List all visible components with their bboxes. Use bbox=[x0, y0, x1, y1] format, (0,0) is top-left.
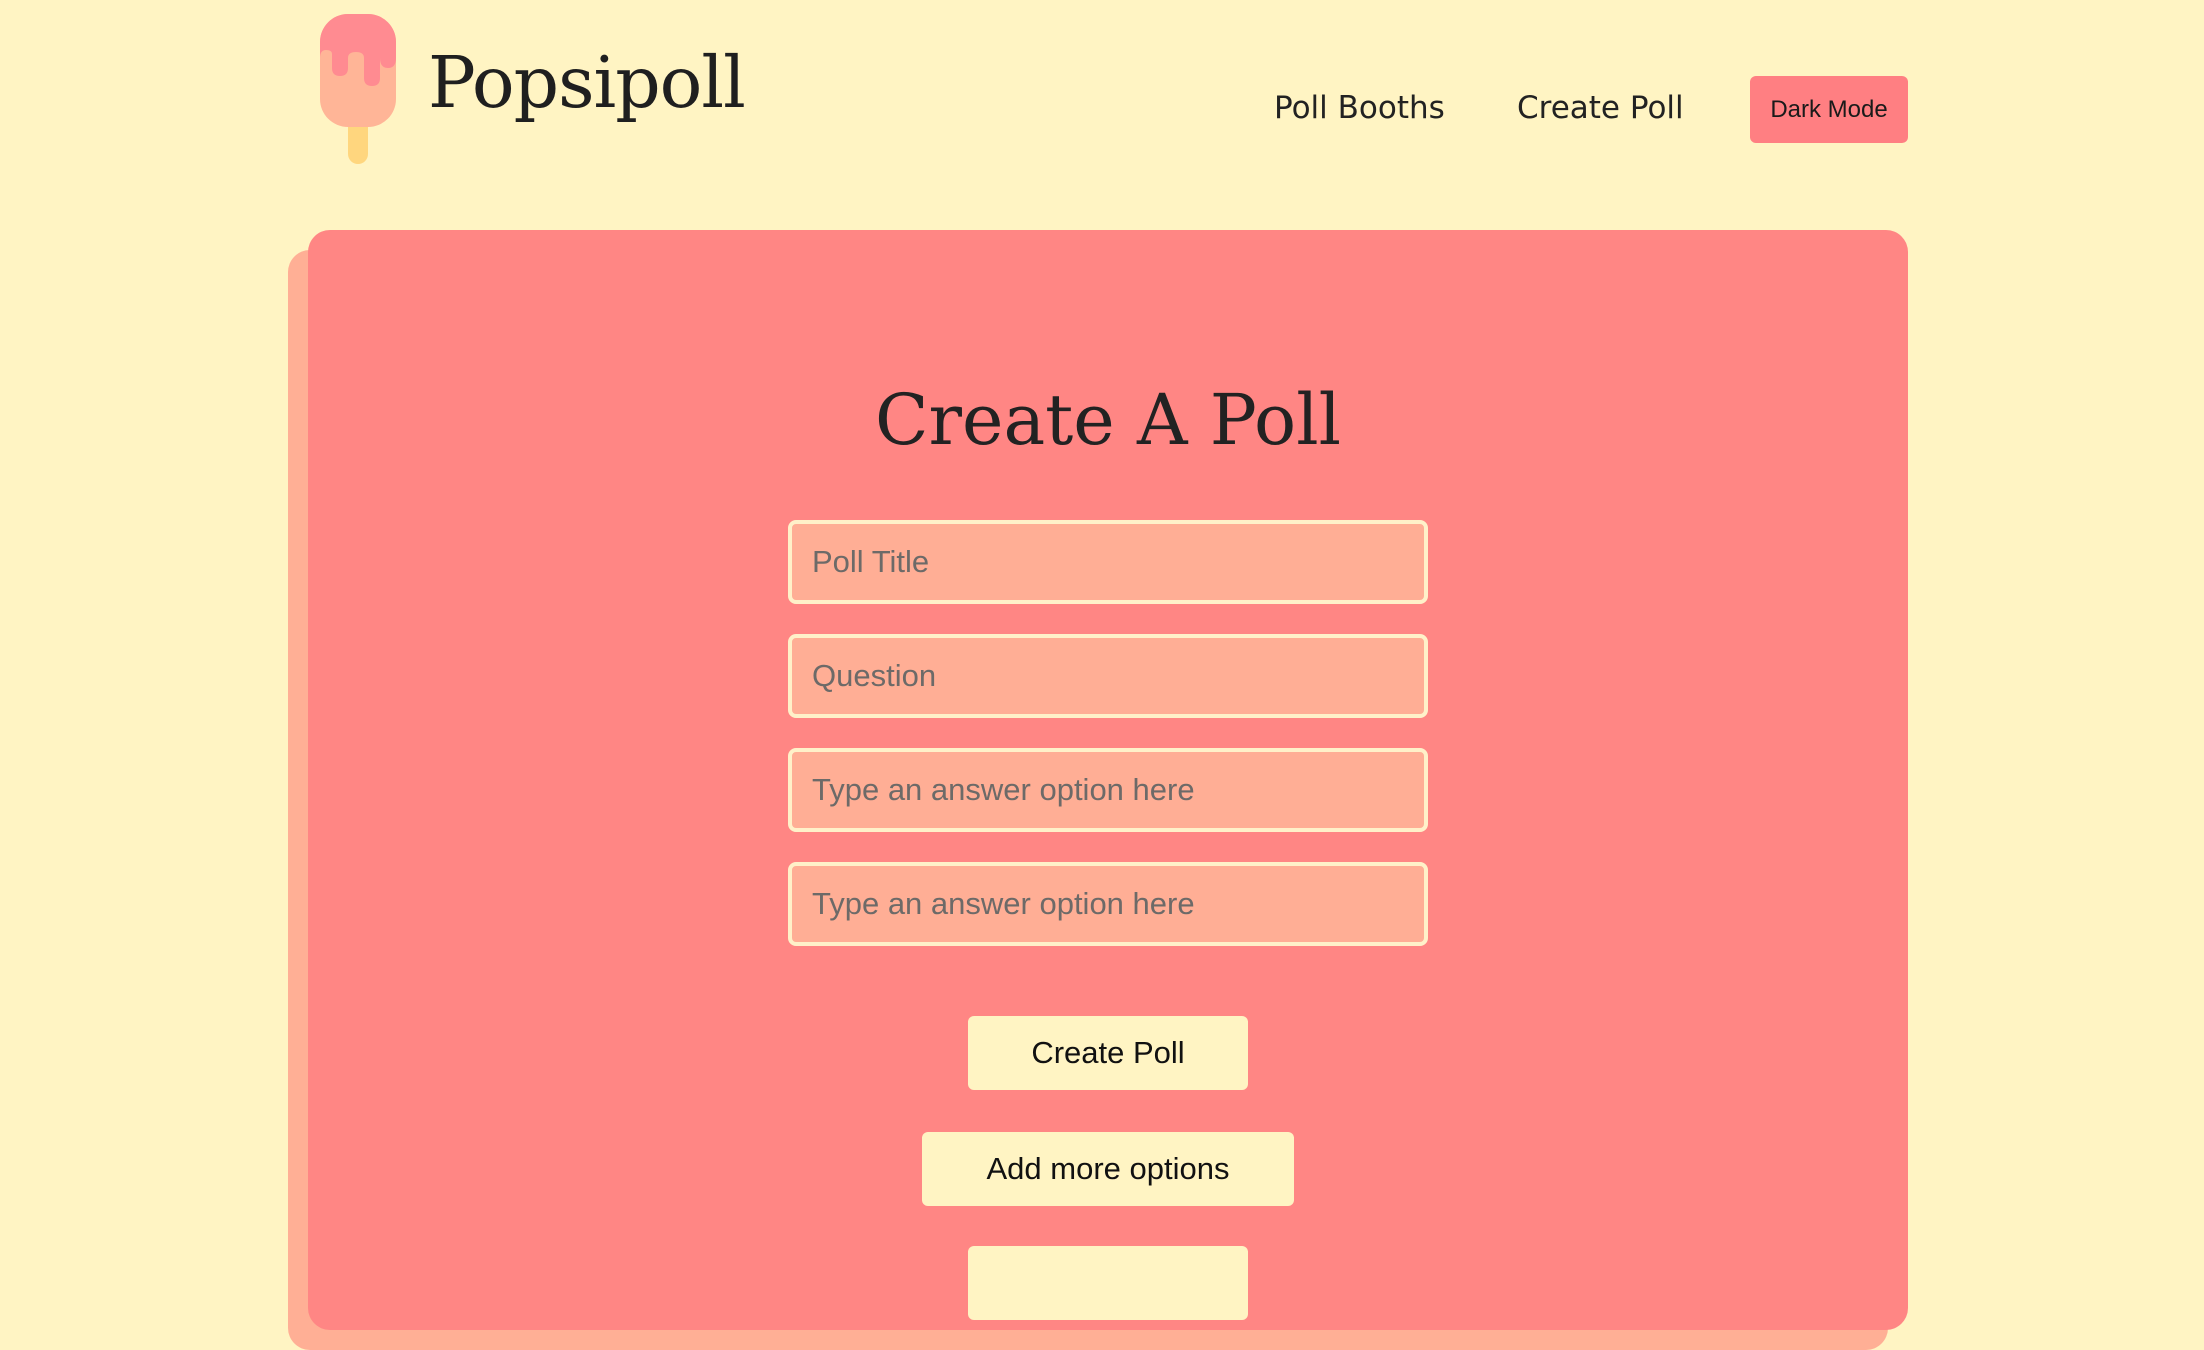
create-poll-card: Create A Poll Create Poll Add more optio… bbox=[308, 230, 1908, 1330]
brand-title[interactable]: Popsipoll bbox=[428, 38, 746, 128]
answer-option-input-1[interactable] bbox=[788, 748, 1428, 832]
poll-title-input[interactable] bbox=[788, 520, 1428, 604]
answer-option-input-2[interactable] bbox=[788, 862, 1428, 946]
create-poll-button[interactable]: Create Poll bbox=[968, 1016, 1248, 1090]
popsicle-icon[interactable] bbox=[320, 14, 396, 166]
nav-link-poll-booths[interactable]: Poll Booths bbox=[1274, 86, 1445, 130]
nav-link-create-poll[interactable]: Create Poll bbox=[1517, 86, 1684, 130]
dark-mode-button[interactable]: Dark Mode bbox=[1750, 76, 1908, 143]
add-more-options-button[interactable]: Add more options bbox=[922, 1132, 1294, 1206]
partially-visible-button[interactable] bbox=[968, 1246, 1248, 1320]
question-input[interactable] bbox=[788, 634, 1428, 718]
page-title: Create A Poll bbox=[875, 379, 1341, 461]
